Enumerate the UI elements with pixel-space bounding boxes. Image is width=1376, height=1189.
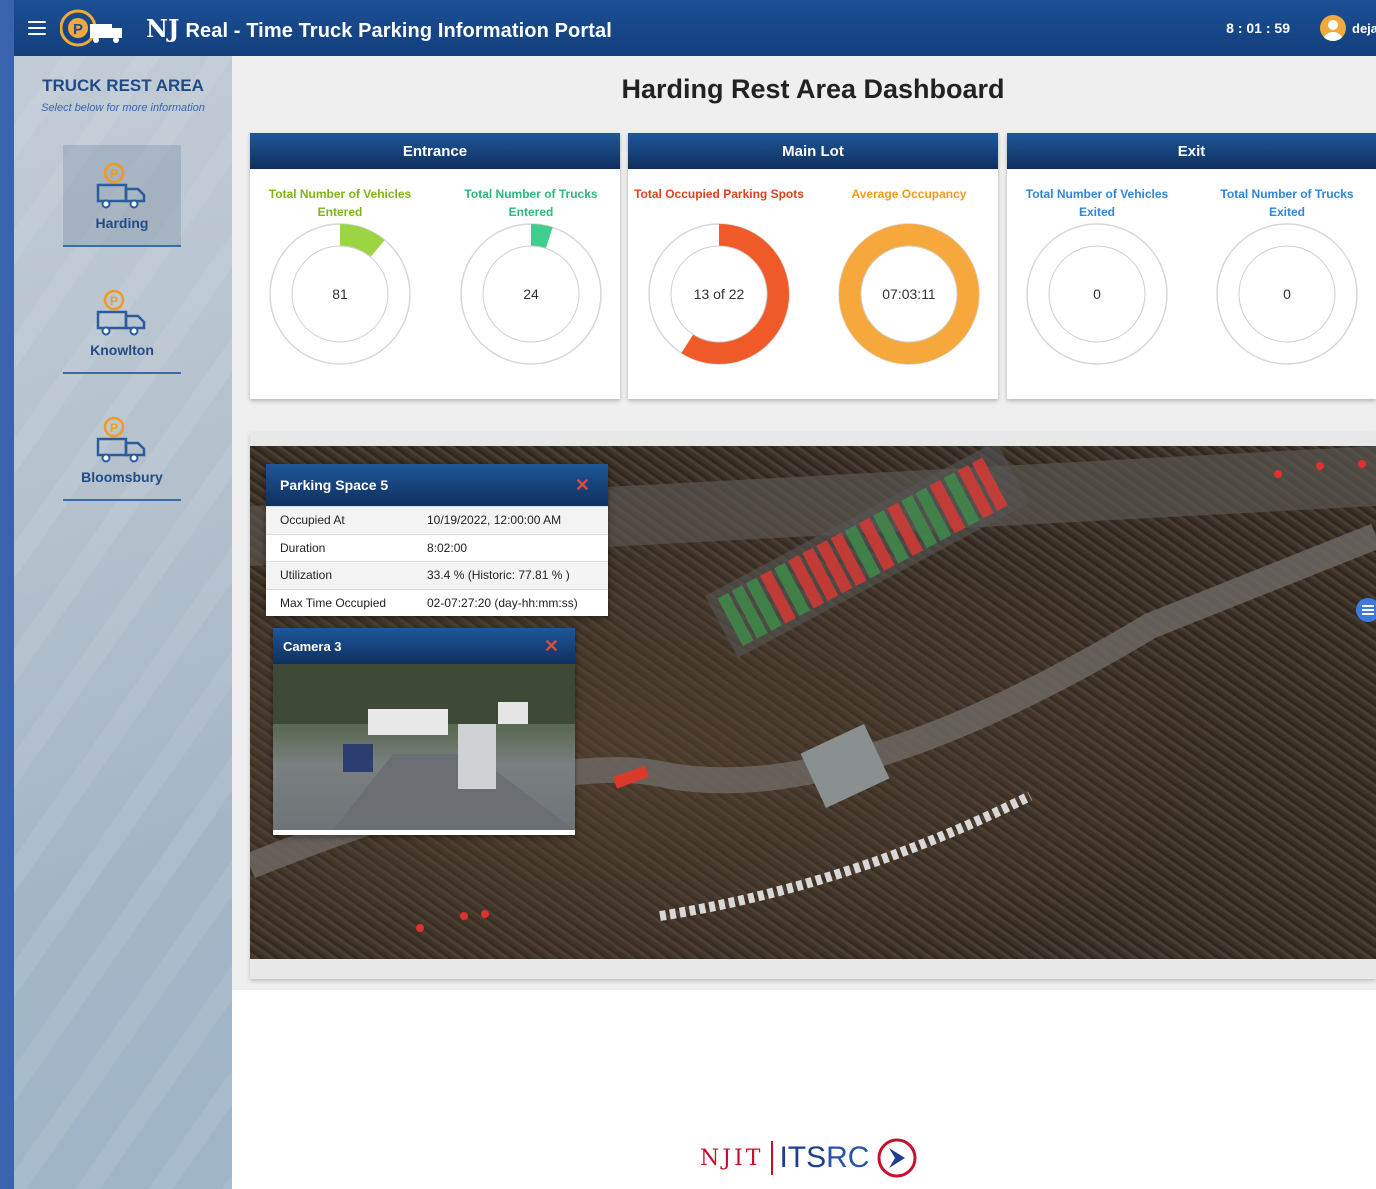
page-title: Harding Rest Area Dashboard [621,74,1005,104]
donut-chart: 0 [1026,223,1168,365]
portal-title: NJ Real - Time Truck Parking Information … [146,14,612,43]
donut-value: 0 [1283,286,1291,302]
entrance-panel: Entrance Total Number of Vehicles Entere… [250,133,620,399]
its-text: ITS [779,1141,827,1174]
user-name[interactable]: deja [1352,21,1376,36]
gauge-trucks-entered: Total Number of Trucks Entered 24 [446,185,616,367]
sidebar-title: TRUCK REST AREA [42,76,204,95]
truck-parking-icon: P [96,289,146,336]
top-header: P NJ Real - Time Truck Parking Informatio… [14,0,1376,56]
donut-chart: 07:03:11 [838,223,980,365]
table-row: Occupied At 10/19/2022, 12:00:00 AM [266,506,608,534]
gauge-label: Total Number of Vehicles Exited [1025,187,1169,219]
row-key: Occupied At [280,513,345,528]
portal-logo-icon: P [59,6,132,50]
gauge-trucks-exited: Total Number of Trucks Exited 0 [1202,185,1372,367]
donut-value: 24 [523,286,539,302]
itsrc-logo: ITSRC [771,1141,869,1175]
popup-header: Parking Space 5 ✕ [266,464,608,506]
panel-title: Exit [1007,133,1376,169]
gauge-label: Total Occupied Parking Spots [634,187,804,201]
sidebar-item-harding[interactable]: P Harding [63,145,181,247]
parking-space-popup: Parking Space 5 ✕ Occupied At 10/19/2022… [266,464,608,616]
hamburger-menu-icon[interactable] [28,21,46,35]
gauge-occupied-spots: Total Occupied Parking Spots 13 of 22 [634,185,804,367]
sidebar-subtitle: Select below for more information [41,102,205,114]
gauge-label: Total Number of Vehicles Entered [268,187,412,219]
donut-chart: 13 of 22 [648,223,790,365]
title-text: Real - Time Truck Parking Information Po… [185,19,612,42]
gauge-vehicles-exited: Total Number of Vehicles Exited 0 [1012,185,1182,367]
truck-parking-icon: P [96,416,146,463]
donut-value: 13 of 22 [694,286,745,302]
gauge-label: Average Occupancy [851,187,967,201]
row-key: Duration [280,540,326,555]
gauge-label: Total Number of Trucks Exited [1220,187,1354,219]
camera-popup: Camera 3 ✕ [273,628,575,835]
close-icon[interactable]: ✕ [544,636,559,657]
donut-value: 81 [332,286,348,302]
popup-header: Camera 3 ✕ [273,628,575,664]
panel-title: Entrance [250,133,620,169]
truck-parking-icon: P [96,162,146,209]
row-key: Utilization [280,568,333,583]
layers-menu-button[interactable] [1356,598,1376,622]
panel-title: Main Lot [628,133,998,169]
camera-feed-image [273,664,575,830]
row-value: 02-07:27:20 (day-hh:mm:ss) [427,595,578,610]
table-row: Utilization 33.4 % (Historic: 77.81 % ) [266,561,608,589]
svg-text:P: P [110,421,118,435]
donut-value: 07:03:11 [882,286,936,302]
njit-logo: NJIT [700,1145,764,1171]
donut-chart: 0 [1216,223,1358,365]
svg-text:P: P [110,167,118,181]
exit-panel: Exit Total Number of Vehicles Exited 0 T… [1007,133,1376,399]
row-value: 33.4 % (Historic: 77.81 % ) [427,568,570,583]
table-row: Max Time Occupied 02-07:27:20 (day-hh:mm… [266,588,608,617]
row-value: 10/19/2022, 12:00:00 AM [427,513,562,528]
svg-text:P: P [73,21,83,38]
table-row: Duration 8:02:00 [266,533,608,562]
sidebar-item-bloomsbury[interactable]: P Bloomsbury [63,399,181,501]
donut-value: 0 [1093,286,1101,302]
user-avatar-icon[interactable] [1320,15,1346,41]
njdot-seal-icon [877,1138,917,1178]
popup-table: Occupied At 10/19/2022, 12:00:00 AM Dura… [266,506,608,616]
clock-display: 8 : 01 : 59 [1226,20,1290,36]
sidebar-item-label: Bloomsbury [81,469,163,485]
gauge-vehicles-entered: Total Number of Vehicles Entered 81 [255,185,425,367]
title-prefix: NJ [146,13,180,43]
row-value: 8:02:00 [427,540,468,555]
gauge-label: Total Number of Trucks Entered [464,187,598,219]
popup-title: Parking Space 5 [280,477,389,493]
sidebar-item-label: Harding [95,215,149,231]
sidebar: TRUCK REST AREA Select below for more in… [14,56,232,1189]
donut-chart: 24 [460,223,602,365]
sidebar-item-knowlton[interactable]: P Knowlton [63,272,181,374]
gauge-average-occupancy: Average Occupancy 07:03:11 [824,185,994,367]
donut-chart: 81 [269,223,411,365]
sidebar-item-label: Knowlton [90,342,154,358]
main-lot-panel: Main Lot Total Occupied Parking Spots 13… [628,133,998,399]
footer-logos: NJIT ITSRC [700,1132,940,1184]
row-key: Max Time Occupied [280,595,387,610]
popup-title: Camera 3 [283,638,342,654]
svg-text:P: P [110,294,118,308]
close-icon[interactable]: ✕ [575,475,590,496]
rc-text: RC [826,1141,870,1174]
